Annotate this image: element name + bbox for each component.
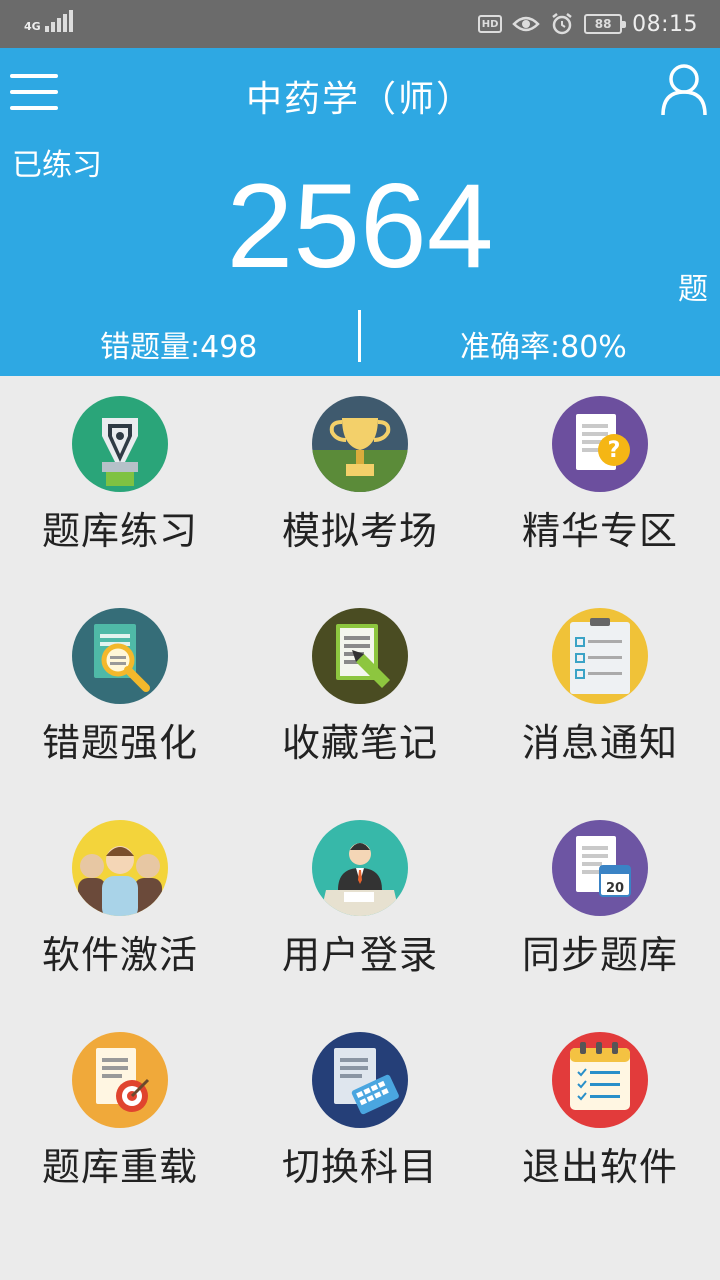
menu-item-user-login[interactable]: 用户登录 [240,800,480,1012]
people-group-icon [72,820,168,916]
practiced-count: 2564 [226,159,494,293]
document-question-icon: ? [552,396,648,492]
signal-indicator: 4G [24,10,73,32]
document-calendar-icon: 20 [552,820,648,916]
alarm-icon [552,13,572,35]
trophy-icon [312,396,408,492]
network-type: 4G [24,20,41,33]
menu-item-label: 用户登录 [281,933,438,977]
document-keyboard-icon [312,1032,408,1128]
menu-item-question-practice[interactable]: 题库练习 [0,376,240,588]
menu-item-exit-app[interactable]: 退出软件 [480,1012,720,1224]
menu-item-activate-software[interactable]: 软件激活 [0,800,240,1012]
menu-item-label: 软件激活 [41,933,198,977]
signal-icon [44,10,73,32]
stats-divider [358,310,361,362]
wrong-count: 错题量:498 [100,330,258,365]
status-bar: 4G HD 88 08:15 [0,0,720,48]
clock: 08:15 [632,11,698,37]
menu-item-label: 错题强化 [41,721,198,765]
menu-item-label: 消息通知 [521,721,678,765]
pen-nib-icon [72,396,168,492]
menu-item-label: 精华专区 [521,509,678,553]
menu-item-label: 退出软件 [521,1145,678,1189]
svg-text:?: ? [608,438,621,463]
menu-item-reload-questions[interactable]: 题库重载 [0,1012,240,1224]
document-pencil-icon [312,608,408,704]
user-icon[interactable] [660,62,708,116]
user-desk-icon [312,820,408,916]
document-target-icon [72,1032,168,1128]
menu-item-notifications[interactable]: 消息通知 [480,588,720,800]
menu-item-label: 收藏笔记 [281,721,438,765]
hd-icon: HD [478,15,503,33]
menu-item-label: 题库练习 [41,509,198,553]
battery-icon: 88 [584,14,627,34]
stats-header: 中药学（师） 已练习 2564 题 错题量:498 准确率:80% [0,48,720,376]
menu-item-switch-subject[interactable]: 切换科目 [240,1012,480,1224]
menu-item-mock-exam[interactable]: 模拟考场 [240,376,480,588]
count-unit: 题 [678,272,708,307]
menu-item-label: 模拟考场 [281,509,438,553]
menu-item-wrong-review[interactable]: 错题强化 [0,588,240,800]
menu-item-label: 切换科目 [281,1145,438,1189]
accuracy: 准确率:80% [460,330,627,365]
menu-item-label: 题库重载 [41,1145,198,1189]
clipboard-checklist-icon [552,608,648,704]
calendar-list-icon [552,1032,648,1128]
page-title: 中药学（师） [245,79,474,120]
calendar-day: 20 [606,881,624,896]
document-magnifier-icon [72,608,168,704]
menu-item-favorite-notes[interactable]: 收藏笔记 [240,588,480,800]
menu-item-featured-zone[interactable]: ? 精华专区 [480,376,720,588]
menu-item-label: 同步题库 [521,933,678,977]
menu-item-sync-questions[interactable]: 20 同步题库 [480,800,720,1012]
eye-icon [512,16,540,32]
